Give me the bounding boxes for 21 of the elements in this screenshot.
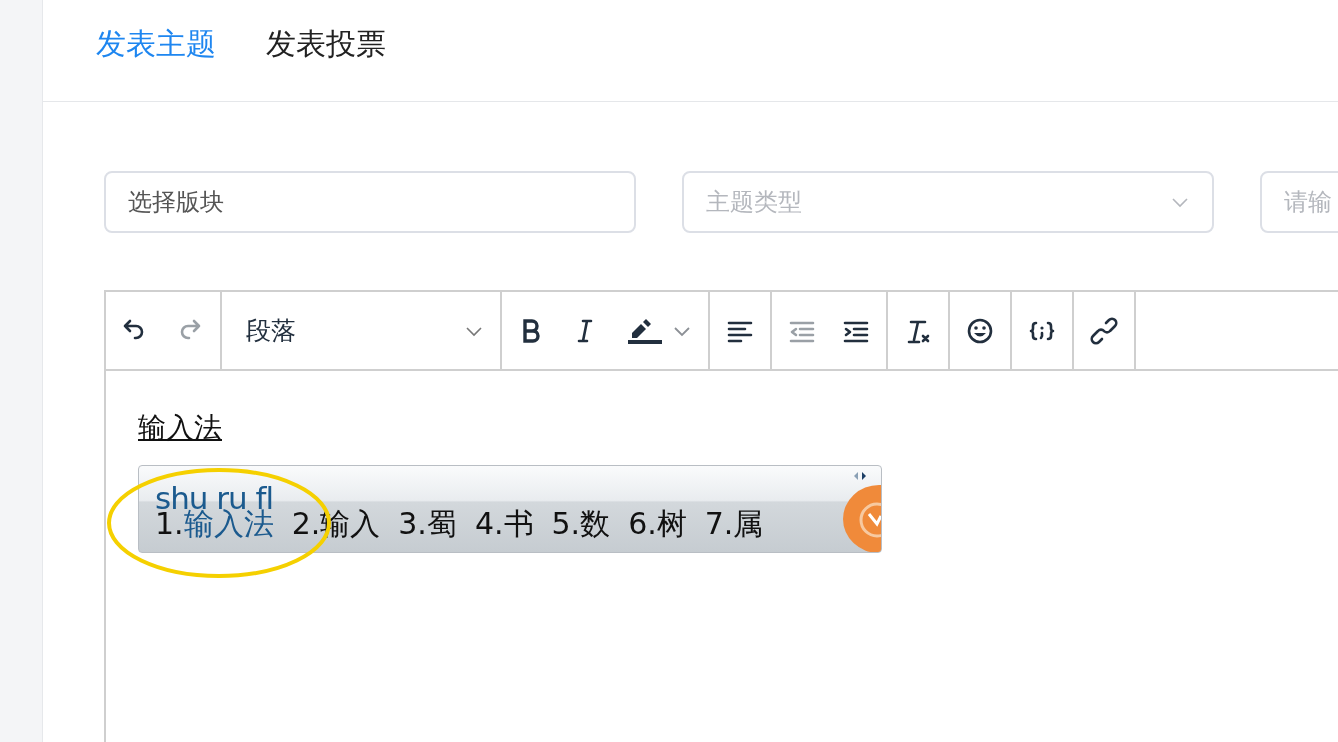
candidate-number: 7.	[704, 506, 734, 541]
candidate-number: 3.	[398, 506, 427, 541]
ime-candidate[interactable]: 树	[656, 506, 687, 541]
ime-candidate[interactable]: 蜀	[426, 506, 457, 541]
candidate-number: 2.	[291, 506, 321, 541]
input-field[interactable]: 选择版块	[104, 171, 636, 233]
page-arrows-icon[interactable]	[853, 471, 867, 481]
select-field[interactable]: 主题类型	[682, 171, 1214, 233]
ime-candidate[interactable]: 书	[503, 506, 534, 541]
link-icon	[1090, 316, 1118, 345]
paragraph-dropdown[interactable]: 段落	[232, 314, 490, 347]
tab[interactable]: 发表投票	[266, 22, 386, 66]
ime-candidate[interactable]: 数	[580, 506, 611, 541]
ime-candidate[interactable]: 属	[733, 506, 764, 541]
input-field[interactable]: 请输	[1260, 171, 1338, 233]
candidate-number: 4.	[474, 506, 504, 541]
smiley-icon	[966, 316, 994, 345]
candidate-number: 6.	[628, 506, 657, 541]
tab[interactable]: 发表主题	[96, 22, 216, 66]
candidate-number: 5.	[551, 506, 581, 541]
paragraph-text: 输入法	[138, 410, 222, 446]
